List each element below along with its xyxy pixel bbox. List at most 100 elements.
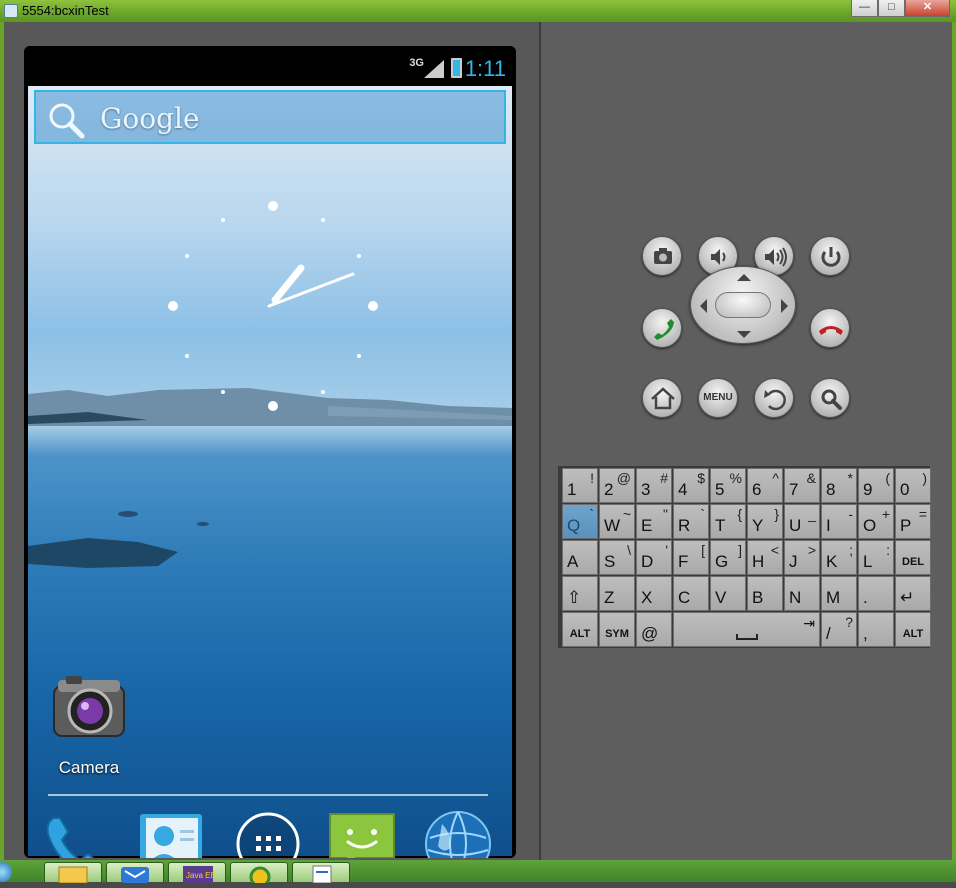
key-label: P <box>900 516 912 535</box>
key-label: ⇧ <box>567 588 582 607</box>
key-3[interactable]: 3 # <box>636 468 672 503</box>
taskbar-document[interactable] <box>292 862 350 884</box>
key-c[interactable]: C <box>673 576 709 611</box>
power-button[interactable] <box>810 236 850 276</box>
key-period[interactable]: . <box>858 576 894 611</box>
dock-contacts[interactable] <box>134 808 206 858</box>
key-w[interactable]: W ~ <box>599 504 635 539</box>
key-x[interactable]: X <box>636 576 672 611</box>
key-slash[interactable]: /? <box>821 612 857 647</box>
key-sym[interactable]: SYM <box>599 612 635 647</box>
key-9[interactable]: 9( <box>858 468 894 503</box>
key-v[interactable]: V <box>710 576 746 611</box>
close-button[interactable]: ✕ <box>905 0 950 17</box>
key-alt-right[interactable]: ALT <box>895 612 931 647</box>
back-button[interactable] <box>754 378 794 418</box>
key-label: 7 <box>789 480 799 499</box>
key-y[interactable]: Y} <box>747 504 783 539</box>
key-alt-label: < <box>770 542 779 558</box>
analog-clock-widget[interactable] <box>163 196 383 416</box>
key-4[interactable]: 4 $ <box>673 468 709 503</box>
key-label: R <box>678 516 691 535</box>
key-m[interactable]: M <box>821 576 857 611</box>
key-u[interactable]: U _ <box>784 504 820 539</box>
key-alt-left[interactable]: ALT <box>562 612 598 647</box>
key-k[interactable]: K; <box>821 540 857 575</box>
maximize-button[interactable]: □ <box>878 0 905 17</box>
key-comma[interactable]: , <box>858 612 894 647</box>
key-z[interactable]: Z <box>599 576 635 611</box>
dock-browser[interactable] <box>422 808 494 858</box>
key-p[interactable]: P = <box>895 504 931 539</box>
key-q[interactable]: Q ` <box>562 504 598 539</box>
device-screen[interactable]: 3G 1:11 Google Camera <box>24 46 516 858</box>
taskbar-mail[interactable] <box>106 862 164 883</box>
camera-button[interactable] <box>642 236 682 276</box>
key-s[interactable]: S \ <box>599 540 635 575</box>
key-label: V <box>715 588 727 607</box>
search-icon <box>49 103 85 139</box>
home-screen[interactable]: Google Camera <box>28 86 512 858</box>
camera-app-shortcut[interactable]: Camera <box>44 668 134 778</box>
key-8[interactable]: 8 * <box>821 468 857 503</box>
emulator-client-area: 3G 1:11 Google Camera <box>4 22 952 860</box>
google-search-widget[interactable]: Google <box>34 90 506 144</box>
key-7[interactable]: 7 & <box>784 468 820 503</box>
key-f[interactable]: F[ <box>673 540 709 575</box>
key-alt-label: - <box>848 506 853 522</box>
key-0[interactable]: 0) <box>895 468 931 503</box>
key-at[interactable]: @ <box>636 612 672 647</box>
signal-icon <box>424 60 444 78</box>
key-alt-label: } <box>774 506 779 522</box>
key-h[interactable]: H < <box>747 540 783 575</box>
key-alt-label: ] <box>738 542 742 558</box>
end-call-button[interactable] <box>810 308 850 348</box>
device-panel: 3G 1:11 Google Camera <box>4 22 539 860</box>
key-5[interactable]: 5% <box>710 468 746 503</box>
key-enter[interactable]: ↵ <box>895 576 931 611</box>
key-g[interactable]: G] <box>710 540 746 575</box>
key-alt-label: ` <box>589 506 594 522</box>
search-widget-label: Google <box>100 102 200 135</box>
key-d[interactable]: D ' <box>636 540 672 575</box>
call-button[interactable] <box>642 308 682 348</box>
taskbar-folder[interactable] <box>44 862 102 884</box>
key-label: 2 <box>604 480 614 499</box>
key-n[interactable]: N <box>784 576 820 611</box>
java-ee-icon: Java EE <box>183 866 216 883</box>
dock-app-drawer[interactable] <box>232 808 304 858</box>
start-button[interactable] <box>0 862 12 882</box>
dock-divider <box>48 794 488 796</box>
search-button[interactable] <box>810 378 850 418</box>
minimize-button[interactable]: — <box>851 0 878 17</box>
key-2[interactable]: 2 @ <box>599 468 635 503</box>
taskbar-browser[interactable] <box>230 862 288 888</box>
end-call-icon <box>819 326 843 335</box>
key-a[interactable]: A <box>562 540 598 575</box>
key-r[interactable]: R ` <box>673 504 709 539</box>
dock-phone[interactable] <box>40 808 112 858</box>
dock-messaging[interactable] <box>326 808 398 858</box>
key-i[interactable]: I- <box>821 504 857 539</box>
dpad-center-button[interactable] <box>715 292 771 318</box>
key-alt-label: [ <box>701 542 705 558</box>
dpad[interactable] <box>690 266 796 344</box>
key-shift[interactable]: ⇧ <box>562 576 598 611</box>
key-o[interactable]: O + <box>858 504 894 539</box>
key-label: X <box>641 588 653 607</box>
key-del[interactable]: DEL <box>895 540 931 575</box>
key-label: N <box>789 588 802 607</box>
key-j[interactable]: J > <box>784 540 820 575</box>
space-bar-mark <box>736 634 758 640</box>
key-l[interactable]: L: <box>858 540 894 575</box>
taskbar-java-ee[interactable]: Java EE <box>168 862 226 883</box>
key-t[interactable]: T{ <box>710 504 746 539</box>
key-space[interactable]: ⇥ <box>673 612 820 647</box>
key-label: U <box>789 516 802 535</box>
key-b[interactable]: B <box>747 576 783 611</box>
key-e[interactable]: E " <box>636 504 672 539</box>
key-1[interactable]: 1! <box>562 468 598 503</box>
menu-button[interactable]: MENU <box>698 378 738 418</box>
key-6[interactable]: 6 ^ <box>747 468 783 503</box>
home-button[interactable] <box>642 378 682 418</box>
